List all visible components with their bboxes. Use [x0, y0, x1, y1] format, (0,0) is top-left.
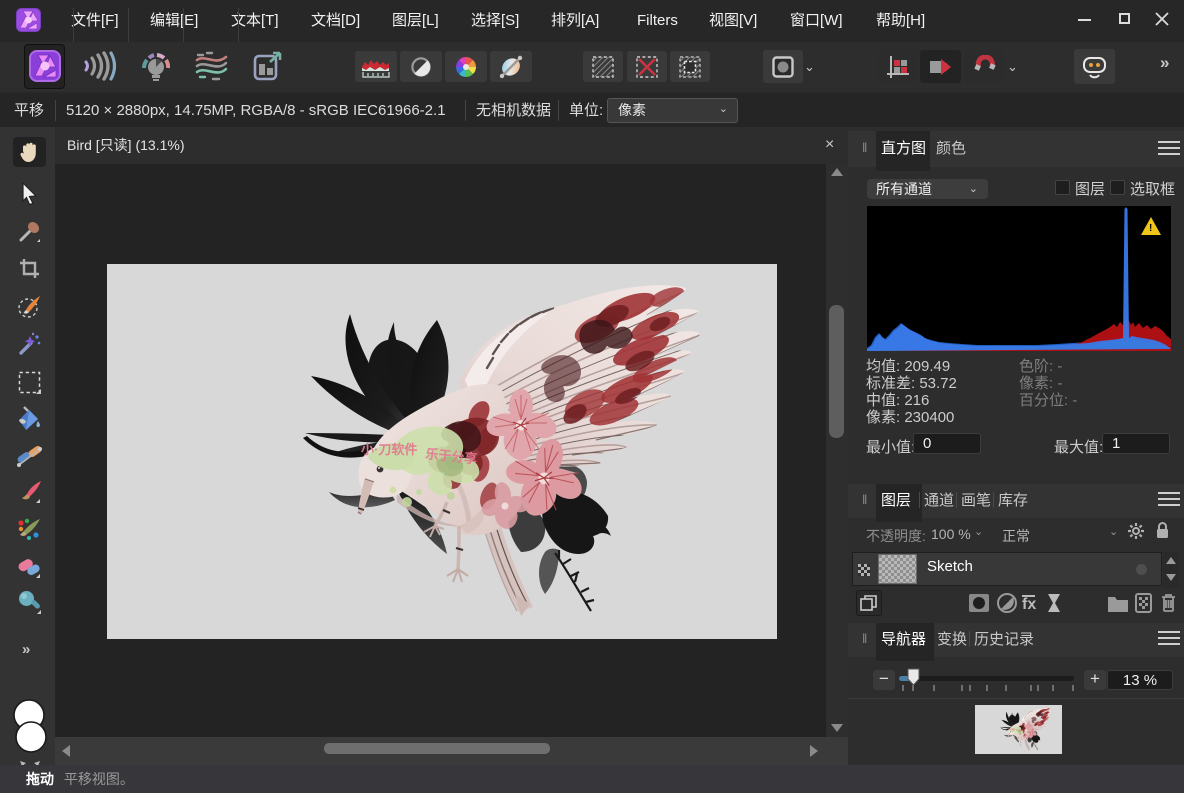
svg-text:fx: fx: [1022, 596, 1036, 613]
svg-text:小·刀软件: 小·刀软件: [361, 442, 417, 457]
